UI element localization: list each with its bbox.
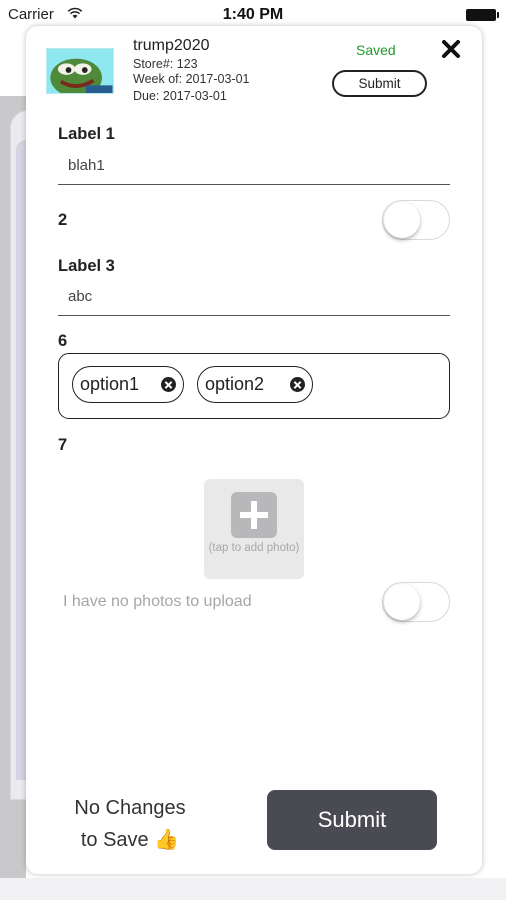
field6-label: 6 (58, 332, 68, 350)
remove-circle-icon[interactable] (290, 377, 305, 392)
photo-hint: (tap to add photo) (208, 542, 300, 554)
label1-label: Label 1 (58, 125, 115, 143)
tag-select[interactable]: option1 option2 (58, 353, 450, 419)
save-status-text: to Save (80, 829, 149, 851)
field7-label: 7 (58, 436, 68, 454)
tag-chip: option1 (72, 366, 184, 403)
clock: 1:40 PM (222, 6, 284, 23)
backdrop-bottom (0, 878, 506, 900)
remove-circle-icon[interactable] (161, 377, 176, 392)
tag-chip: option2 (197, 366, 313, 403)
label3-label: Label 3 (58, 257, 115, 275)
save-status-line1: No Changes (74, 797, 186, 819)
plus-icon (231, 492, 277, 538)
user-name: trump2020 (133, 37, 210, 54)
save-status-line2: to Save 👍 (50, 824, 210, 856)
saved-status: Saved (356, 42, 396, 58)
submit-button[interactable]: Submit (267, 790, 437, 850)
close-icon[interactable] (439, 37, 463, 61)
label1-input[interactable] (58, 147, 450, 185)
save-status-message: No Changes to Save 👍 (50, 792, 210, 856)
due-date: Due: 2017-03-01 (133, 89, 227, 103)
form-modal: trump2020 Store#: 123 Week of: 2017-03-0… (26, 26, 482, 874)
thumbs-up-icon: 👍 (154, 829, 180, 851)
no-photos-toggle[interactable] (382, 582, 450, 622)
header-submit-button[interactable]: Submit (332, 70, 427, 97)
battery-icon (466, 9, 499, 21)
frog-avatar (46, 48, 114, 94)
add-photo-button[interactable]: (tap to add photo) (204, 479, 304, 579)
toggle-knob (384, 202, 420, 238)
label3-input[interactable] (58, 278, 450, 316)
week-of: Week of: 2017-03-01 (133, 72, 250, 86)
toggle-knob (384, 584, 420, 620)
store-number: Store#: 123 (133, 57, 198, 71)
field2-toggle[interactable] (382, 200, 450, 240)
tag-chip-label: option1 (80, 374, 140, 394)
field2-label: 2 (58, 211, 68, 229)
tag-chip-label: option2 (205, 374, 265, 394)
no-photos-label: I have no photos to upload (63, 593, 252, 610)
